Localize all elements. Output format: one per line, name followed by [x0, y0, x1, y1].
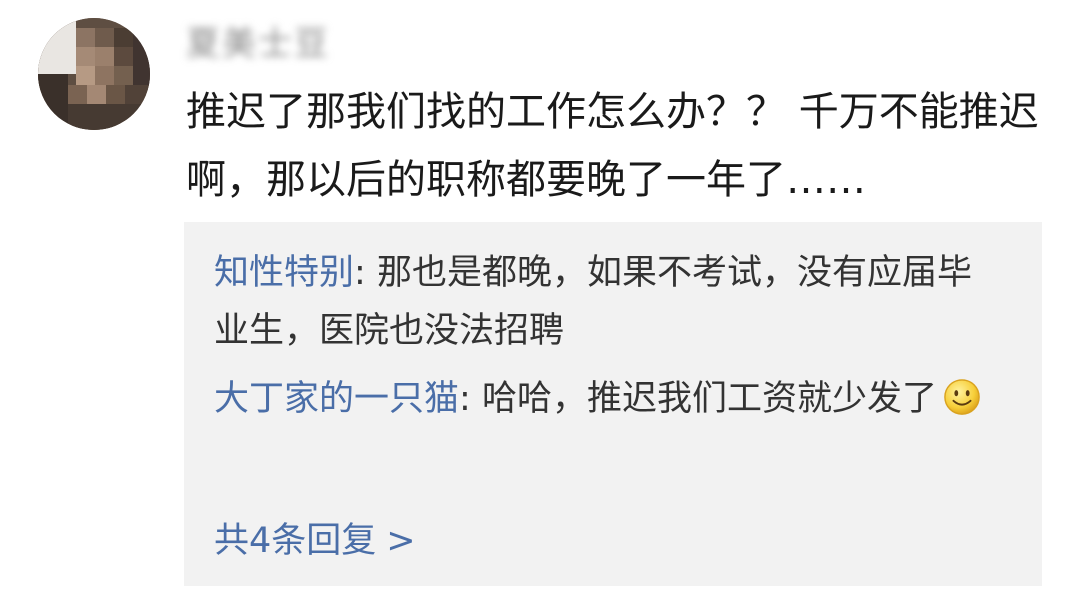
reply-item[interactable]: 大丁家的一只猫: 哈哈，推迟我们工资就少发了 — [214, 370, 984, 428]
view-all-replies-link[interactable]: 共4条回复 > — [214, 512, 416, 570]
replies-panel: 知性特别: 那也是都晚，如果不考试，没有应届毕业生，医院也没法招聘 大丁家的一只… — [184, 222, 1042, 586]
reply-item[interactable]: 知性特别: 那也是都晚，如果不考试，没有应届毕业生，医院也没法招聘 — [214, 244, 984, 360]
avatar-image — [38, 18, 150, 130]
reply-separator: : — [459, 379, 482, 419]
comment-text: 推迟了那我们找的工作怎么办？？ 千万不能推迟啊，那以后的职称都要晚了一年了…… — [186, 89, 1039, 203]
username-text: 夏美士豆 — [186, 23, 330, 64]
reply-author[interactable]: 知性特别 — [214, 253, 354, 293]
reply-text: 哈哈，推迟我们工资就少发了 — [481, 379, 937, 419]
reply-author[interactable]: 大丁家的一只猫 — [214, 379, 459, 419]
chevron-right-icon: > — [386, 521, 416, 561]
comment-card: 夏美士豆 推迟了那我们找的工作怎么办？？ 千万不能推迟啊，那以后的职称都要晚了一… — [0, 0, 1080, 608]
reply-separator: : — [354, 253, 377, 293]
view-all-replies-label: 共4条回复 — [214, 521, 377, 561]
smile-emoji-icon — [944, 379, 980, 415]
avatar[interactable] — [38, 18, 150, 130]
username[interactable]: 夏美士豆 — [186, 20, 330, 64]
